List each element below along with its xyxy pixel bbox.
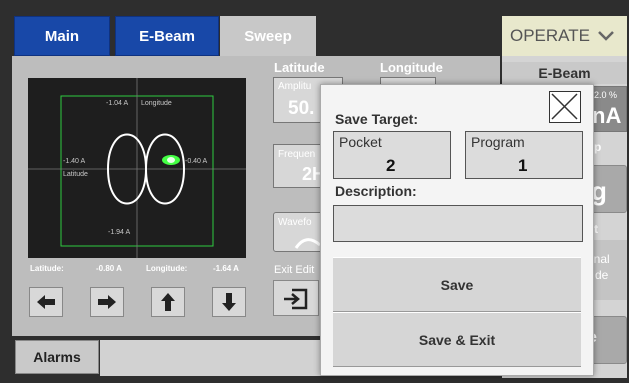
program-label: Program [471, 134, 525, 150]
save-target-dialog: Save Target: Pocket 2 Program 1 Descript… [320, 84, 594, 376]
tab-main[interactable]: Main [14, 16, 110, 56]
plot-left-axis: Latitude [63, 171, 88, 178]
arrow-up-icon [161, 293, 175, 311]
operate-menu[interactable]: OPERATE [502, 16, 627, 56]
pocket-label: Pocket [339, 134, 382, 150]
move-left-button[interactable] [29, 287, 63, 317]
right-partial-de: de [595, 268, 609, 282]
plot-top-label: -1.04 A [106, 100, 129, 107]
move-up-button[interactable] [151, 287, 185, 317]
sweep-plot: -1.04 A Longitude -1.40 A Latitude -0.40… [28, 78, 246, 258]
status-strip [100, 340, 320, 376]
arrow-right-icon [98, 295, 116, 309]
latitude-readout-label: Latitude: [30, 264, 64, 273]
beam-spot-core [167, 157, 175, 163]
amplitude-value: 50. [288, 98, 315, 119]
description-input[interactable] [333, 205, 583, 242]
pocket-field[interactable]: Pocket 2 [333, 131, 451, 179]
move-right-button[interactable] [90, 287, 124, 317]
arrow-down-icon [222, 293, 236, 311]
pocket-value: 2 [386, 156, 396, 175]
waveform-label: Wavefo [278, 217, 312, 228]
tab-main-label: Main [44, 27, 80, 45]
close-icon [551, 93, 578, 120]
waveform-button[interactable]: Wavefo [273, 212, 323, 252]
amplitude-label: Amplitu [278, 81, 312, 92]
plot-left-label: -1.40 A [63, 158, 86, 165]
dialog-title: Save Target: [335, 111, 418, 127]
program-field[interactable]: Program 1 [465, 131, 583, 179]
latitude-header: Latitude [274, 60, 325, 75]
longitude-readout-value: -1.64 A [213, 264, 239, 273]
right-partial-t: t [594, 222, 598, 236]
arrow-left-icon [37, 295, 55, 309]
tab-ebeam-label: E-Beam [139, 27, 195, 45]
save-button[interactable]: Save [333, 257, 581, 312]
longitude-header: Longitude [380, 60, 443, 75]
operate-label: OPERATE [510, 26, 590, 45]
tab-ebeam[interactable]: E-Beam [115, 16, 219, 56]
exit-edit-button[interactable] [273, 280, 319, 316]
alarms-button[interactable]: Alarms [15, 340, 99, 374]
ebeam-current: nA [592, 103, 622, 128]
save-button-label: Save [440, 276, 474, 293]
exit-icon [284, 288, 308, 310]
tab-sweep[interactable]: Sweep [220, 16, 316, 56]
ebeam-header-label: E-Beam [538, 65, 591, 81]
ebeam-percent: 2.0 % [594, 90, 618, 100]
save-exit-button-label: Save & Exit [418, 331, 496, 348]
close-button[interactable] [549, 91, 581, 123]
waveform-icon [294, 238, 321, 249]
program-value: 1 [518, 156, 528, 175]
plot-right-label: -0.40 A [185, 158, 208, 165]
tab-sweep-label: Sweep [244, 27, 292, 45]
alarms-label: Alarms [33, 349, 81, 365]
right-partial-p: p [594, 140, 602, 154]
exit-edit-label: Exit Edit [274, 264, 315, 276]
ebeam-header: E-Beam [502, 62, 627, 84]
sweep-plot-graphic [28, 78, 246, 258]
chevron-down-icon [598, 31, 614, 41]
save-exit-button[interactable]: Save & Exit [333, 312, 581, 367]
frequency-label: Frequen [278, 149, 316, 160]
plot-top-axis: Longitude [141, 100, 172, 107]
description-label: Description: [335, 183, 417, 199]
move-down-button[interactable] [212, 287, 246, 317]
plot-bottom-label: -1.94 A [108, 229, 131, 236]
latitude-readout-value: -0.80 A [96, 264, 122, 273]
longitude-readout-label: Longitude: [146, 264, 188, 273]
